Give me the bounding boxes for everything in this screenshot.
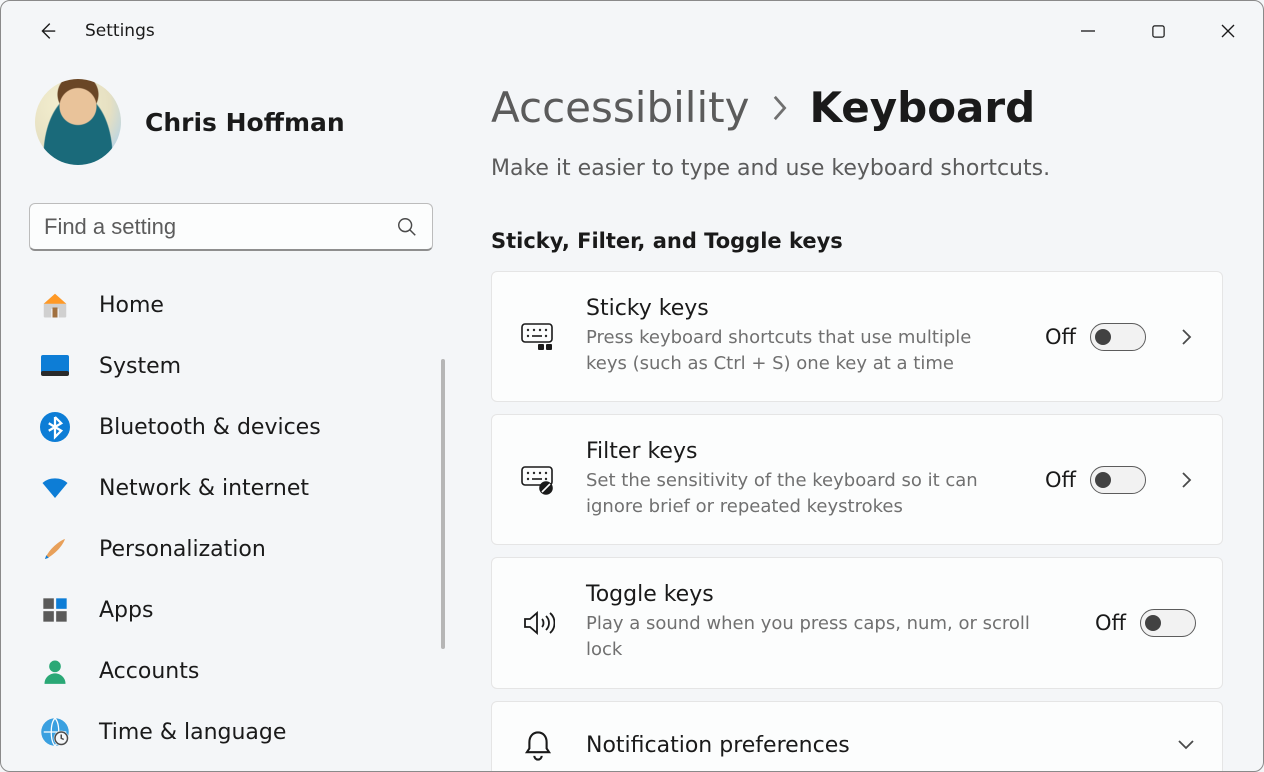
- arrow-left-icon: [36, 20, 58, 42]
- minimize-icon: [1080, 23, 1096, 39]
- search-box[interactable]: [29, 203, 433, 251]
- chevron-right-icon: [1180, 327, 1192, 347]
- breadcrumb: Accessibility Keyboard: [491, 83, 1223, 132]
- window-controls: [1053, 6, 1263, 56]
- toggle-state: Off: [1045, 325, 1076, 349]
- bell-icon: [520, 730, 556, 762]
- sidebar-scrollbar[interactable]: [441, 359, 445, 649]
- back-button[interactable]: [31, 15, 63, 47]
- card-notification-prefs[interactable]: Notification preferences: [491, 701, 1223, 771]
- nav-label: Time & language: [99, 720, 286, 745]
- maximize-button[interactable]: [1123, 6, 1193, 56]
- nav-label: System: [99, 354, 181, 379]
- expand-filter[interactable]: [1176, 470, 1196, 490]
- close-button[interactable]: [1193, 6, 1263, 56]
- nav-label: Network & internet: [99, 476, 309, 501]
- speaker-icon: [520, 609, 556, 637]
- toggle-state: Off: [1095, 611, 1126, 635]
- content: Accessibility Keyboard Make it easier to…: [461, 61, 1263, 771]
- card-sticky-keys[interactable]: Sticky keys Press keyboard shortcuts tha…: [491, 271, 1223, 402]
- chevron-right-icon: [769, 94, 789, 122]
- home-icon: [39, 289, 71, 321]
- section-header: Sticky, Filter, and Toggle keys: [491, 229, 1223, 253]
- system-icon: [39, 350, 71, 382]
- toggle-filter-keys[interactable]: [1090, 466, 1146, 494]
- keyboard-icon: [520, 322, 556, 352]
- user-name: Chris Hoffman: [145, 108, 345, 137]
- card-title: Filter keys: [586, 439, 1015, 464]
- toggle-sticky-keys[interactable]: [1090, 323, 1146, 351]
- person-icon: [39, 655, 71, 687]
- sidebar: Chris Hoffman Home System: [1, 61, 461, 771]
- nav-label: Personalization: [99, 537, 266, 562]
- nav-label: Bluetooth & devices: [99, 415, 321, 440]
- card-title: Toggle keys: [586, 582, 1065, 607]
- toggle-toggle-keys[interactable]: [1140, 609, 1196, 637]
- window-title: Settings: [85, 21, 155, 41]
- expand-sticky[interactable]: [1176, 327, 1196, 347]
- breadcrumb-parent[interactable]: Accessibility: [491, 83, 749, 132]
- avatar: [35, 79, 121, 165]
- nav-apps[interactable]: Apps: [39, 590, 433, 630]
- card-desc: Play a sound when you press caps, num, o…: [586, 611, 1036, 663]
- settings-list: Sticky keys Press keyboard shortcuts tha…: [491, 271, 1223, 771]
- nav-bluetooth[interactable]: Bluetooth & devices: [39, 407, 433, 447]
- user-header[interactable]: Chris Hoffman: [29, 79, 433, 165]
- card-title: Notification preferences: [586, 733, 1146, 758]
- nav-label: Home: [99, 293, 164, 318]
- wifi-icon: [39, 472, 71, 504]
- nav-system[interactable]: System: [39, 346, 433, 386]
- toggle-state: Off: [1045, 468, 1076, 492]
- nav-label: Apps: [99, 598, 153, 623]
- apps-icon: [39, 594, 71, 626]
- nav-accounts[interactable]: Accounts: [39, 651, 433, 691]
- search-input[interactable]: [44, 214, 396, 240]
- maximize-icon: [1151, 24, 1166, 39]
- minimize-button[interactable]: [1053, 6, 1123, 56]
- titlebar: Settings: [1, 1, 1263, 61]
- keyboard-filter-icon: [520, 465, 556, 495]
- nav-network[interactable]: Network & internet: [39, 468, 433, 508]
- nav-personalization[interactable]: Personalization: [39, 529, 433, 569]
- chevron-down-icon: [1176, 737, 1196, 751]
- clock-globe-icon: [39, 716, 71, 748]
- nav-label: Accounts: [99, 659, 199, 684]
- card-desc: Press keyboard shortcuts that use multip…: [586, 325, 1015, 377]
- brush-icon: [39, 533, 71, 565]
- page-subtitle: Make it easier to type and use keyboard …: [491, 156, 1223, 181]
- expand-notif[interactable]: [1176, 736, 1196, 755]
- nav: Home System Bluetooth & devices Network …: [29, 285, 433, 752]
- nav-home[interactable]: Home: [39, 285, 433, 325]
- card-title: Sticky keys: [586, 296, 1015, 321]
- chevron-right-icon: [1180, 470, 1192, 490]
- card-desc: Set the sensitivity of the keyboard so i…: [586, 468, 1015, 520]
- search-icon: [396, 216, 418, 238]
- nav-time[interactable]: Time & language: [39, 712, 433, 752]
- close-icon: [1220, 23, 1236, 39]
- card-filter-keys[interactable]: Filter keys Set the sensitivity of the k…: [491, 414, 1223, 545]
- breadcrumb-current: Keyboard: [809, 83, 1035, 132]
- card-toggle-keys[interactable]: Toggle keys Play a sound when you press …: [491, 557, 1223, 688]
- bluetooth-icon: [39, 411, 71, 443]
